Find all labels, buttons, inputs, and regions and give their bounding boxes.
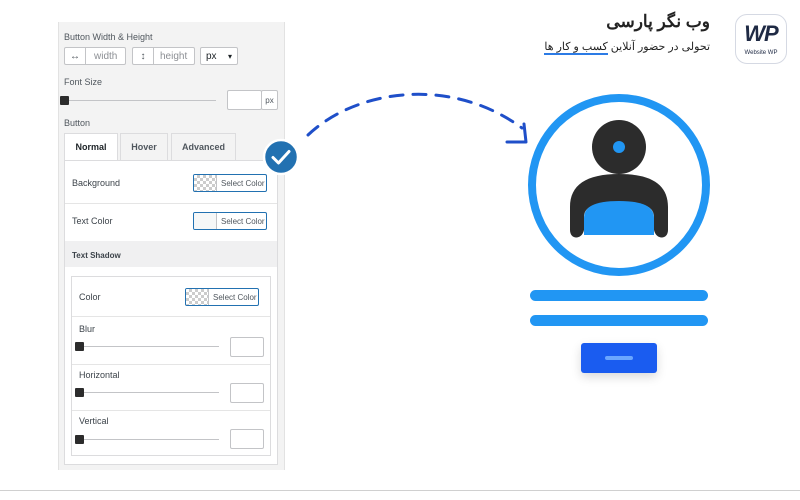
text-color-select-color-button[interactable]: Select Color [193, 212, 267, 230]
shadow-select-color-button[interactable]: Select Color [185, 288, 259, 306]
tab-normal[interactable]: Normal [64, 133, 118, 161]
transparent-swatch [186, 289, 209, 305]
button-illustration [581, 343, 657, 373]
font-size-label: Font Size [64, 77, 103, 87]
text-shadow-label: Text Shadow [72, 251, 121, 260]
blur-input[interactable] [230, 337, 264, 357]
transparent-swatch [194, 175, 217, 191]
font-size-slider-track[interactable] [64, 100, 216, 101]
brand-subtitle-prefix: تحولی در حضور آنلاین [607, 41, 710, 53]
divider [65, 203, 277, 204]
select-color-text: Select Color [221, 178, 265, 188]
logo-caption: Website WP [744, 50, 778, 56]
logo-mark: WP [744, 21, 778, 46]
button-section-label: Button [64, 118, 91, 128]
background-label: Background [72, 178, 121, 188]
font-size-unit[interactable]: px [261, 90, 278, 110]
unit-select[interactable]: px ▾ [200, 47, 238, 65]
brand-subtitle-highlight: کسب و کار ها [544, 41, 608, 55]
divider [0, 490, 800, 491]
horizontal-arrows-icon: ↔ [65, 48, 86, 64]
vertical-arrows-icon: ↕ [133, 48, 154, 64]
text-line-placeholder [530, 290, 708, 301]
blur-slider-handle[interactable] [75, 342, 84, 351]
brand-subtitle: تحولی در حضور آنلاین کسب و کار ها [544, 40, 710, 55]
text-line-placeholder [530, 315, 708, 326]
chevron-down-icon: ▾ [227, 51, 232, 61]
horizontal-slider-track[interactable] [79, 392, 219, 393]
vertical-label: Vertical [79, 416, 109, 426]
width-placeholder: width [94, 50, 118, 62]
brand-logo: WP Website WP [735, 14, 787, 64]
vertical-slider-track[interactable] [79, 439, 219, 440]
horizontal-label: Horizontal [79, 370, 120, 380]
unit-select-value: px [206, 50, 217, 62]
empty-swatch [194, 213, 217, 229]
font-size-slider-handle[interactable] [60, 96, 69, 105]
horizontal-slider-handle[interactable] [75, 388, 84, 397]
background-select-color-button[interactable]: Select Color [193, 174, 267, 192]
user-avatar-illustration [528, 94, 710, 276]
button-label-line [605, 356, 633, 360]
select-color-text: Select Color [221, 216, 265, 226]
height-input[interactable]: ↕ height [132, 47, 195, 65]
tab-advanced[interactable]: Advanced [171, 133, 236, 161]
brand-title: وب نگر پارسی [606, 12, 710, 31]
checkmark-icon [262, 138, 300, 176]
horizontal-input[interactable] [230, 383, 264, 403]
font-size-input[interactable] [227, 90, 262, 110]
blur-slider-track[interactable] [79, 346, 219, 347]
divider [72, 316, 270, 317]
shadow-color-label: Color [79, 292, 101, 302]
vertical-slider-handle[interactable] [75, 435, 84, 444]
button-size-label: Button Width & Height [64, 32, 153, 42]
height-placeholder: height [160, 50, 188, 62]
width-input[interactable]: ↔ width [64, 47, 126, 65]
divider [72, 410, 270, 411]
tab-hover[interactable]: Hover [120, 133, 168, 161]
select-color-text: Select Color [213, 292, 257, 302]
dashed-arrow-icon [306, 92, 528, 144]
divider [72, 364, 270, 365]
vertical-input[interactable] [230, 429, 264, 449]
text-color-label: Text Color [72, 216, 113, 226]
blur-label: Blur [79, 324, 96, 334]
